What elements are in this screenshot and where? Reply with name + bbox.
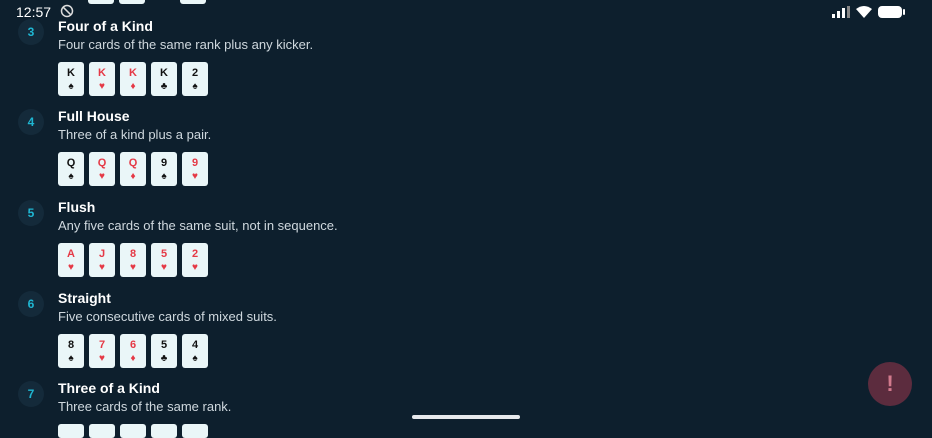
playing-card: A ♥ bbox=[58, 243, 84, 277]
playing-card: Q ♦ bbox=[120, 152, 146, 186]
hand-title: Three of a Kind bbox=[58, 380, 160, 396]
card-row: Q ♠ Q ♥ Q ♦ 9 ♠ 9 ♥ bbox=[58, 152, 208, 186]
signal-icon bbox=[832, 6, 850, 18]
system-icons bbox=[832, 4, 906, 20]
card-row: K ♠ K ♥ K ♦ K ♣ 2 ♠ bbox=[58, 62, 208, 96]
do-not-disturb-icon bbox=[60, 4, 74, 18]
hand-rank-number: 6 bbox=[18, 291, 44, 317]
card-partial bbox=[89, 424, 115, 438]
card-partial bbox=[182, 424, 208, 438]
hand-title: Flush bbox=[58, 199, 96, 215]
home-indicator[interactable] bbox=[412, 415, 520, 419]
hand-rank-number: 5 bbox=[18, 200, 44, 226]
playing-card: K ♥ bbox=[89, 62, 115, 96]
playing-card: 8 ♠ bbox=[58, 334, 84, 368]
hand-description: Three of a kind plus a pair. bbox=[58, 127, 212, 142]
playing-card: 8 ♥ bbox=[120, 243, 146, 277]
card-partial bbox=[119, 0, 145, 4]
playing-card: Q ♥ bbox=[89, 152, 115, 186]
card-partial bbox=[151, 424, 177, 438]
battery-icon bbox=[878, 6, 905, 18]
hand-title: Full House bbox=[58, 108, 130, 124]
playing-card: J ♥ bbox=[89, 243, 115, 277]
playing-card: 2 ♥ bbox=[182, 243, 208, 277]
hand-description: Four cards of the same rank plus any kic… bbox=[58, 37, 314, 52]
playing-card: K ♣ bbox=[151, 62, 177, 96]
wifi-icon bbox=[856, 6, 872, 18]
playing-card: 9 ♠ bbox=[151, 152, 177, 186]
playing-card: 2 ♠ bbox=[182, 62, 208, 96]
status-time: 12:57 bbox=[16, 4, 52, 20]
card-partial bbox=[88, 0, 114, 4]
card-partial bbox=[120, 424, 146, 438]
playing-card: 7 ♥ bbox=[89, 334, 115, 368]
hand-rank-number: 4 bbox=[18, 109, 44, 135]
playing-card: Q ♠ bbox=[58, 152, 84, 186]
card-partial bbox=[180, 0, 206, 4]
alert-fab-button[interactable]: ! bbox=[868, 362, 912, 406]
hand-title: Four of a Kind bbox=[58, 18, 153, 34]
hand-description: Any five cards of the same suit, not in … bbox=[58, 218, 338, 233]
playing-card: K ♦ bbox=[120, 62, 146, 96]
playing-card: 5 ♣ bbox=[151, 334, 177, 368]
hand-rank-number: 7 bbox=[18, 381, 44, 407]
hand-rank-number: 3 bbox=[18, 19, 44, 45]
hand-description: Five consecutive cards of mixed suits. bbox=[58, 309, 277, 324]
hand-title: Straight bbox=[58, 290, 111, 306]
card-row: 8 ♠ 7 ♥ 6 ♦ 5 ♣ 4 ♠ bbox=[58, 334, 208, 368]
playing-card: K ♠ bbox=[58, 62, 84, 96]
card-partial bbox=[58, 424, 84, 438]
playing-card: 9 ♥ bbox=[182, 152, 208, 186]
card-row: A ♥ J ♥ 8 ♥ 5 ♥ 2 ♥ bbox=[58, 243, 208, 277]
hand-description: Three cards of the same rank. bbox=[58, 399, 232, 414]
playing-card: 5 ♥ bbox=[151, 243, 177, 277]
alert-icon: ! bbox=[886, 371, 894, 396]
playing-card: 4 ♠ bbox=[182, 334, 208, 368]
playing-card: 6 ♦ bbox=[120, 334, 146, 368]
